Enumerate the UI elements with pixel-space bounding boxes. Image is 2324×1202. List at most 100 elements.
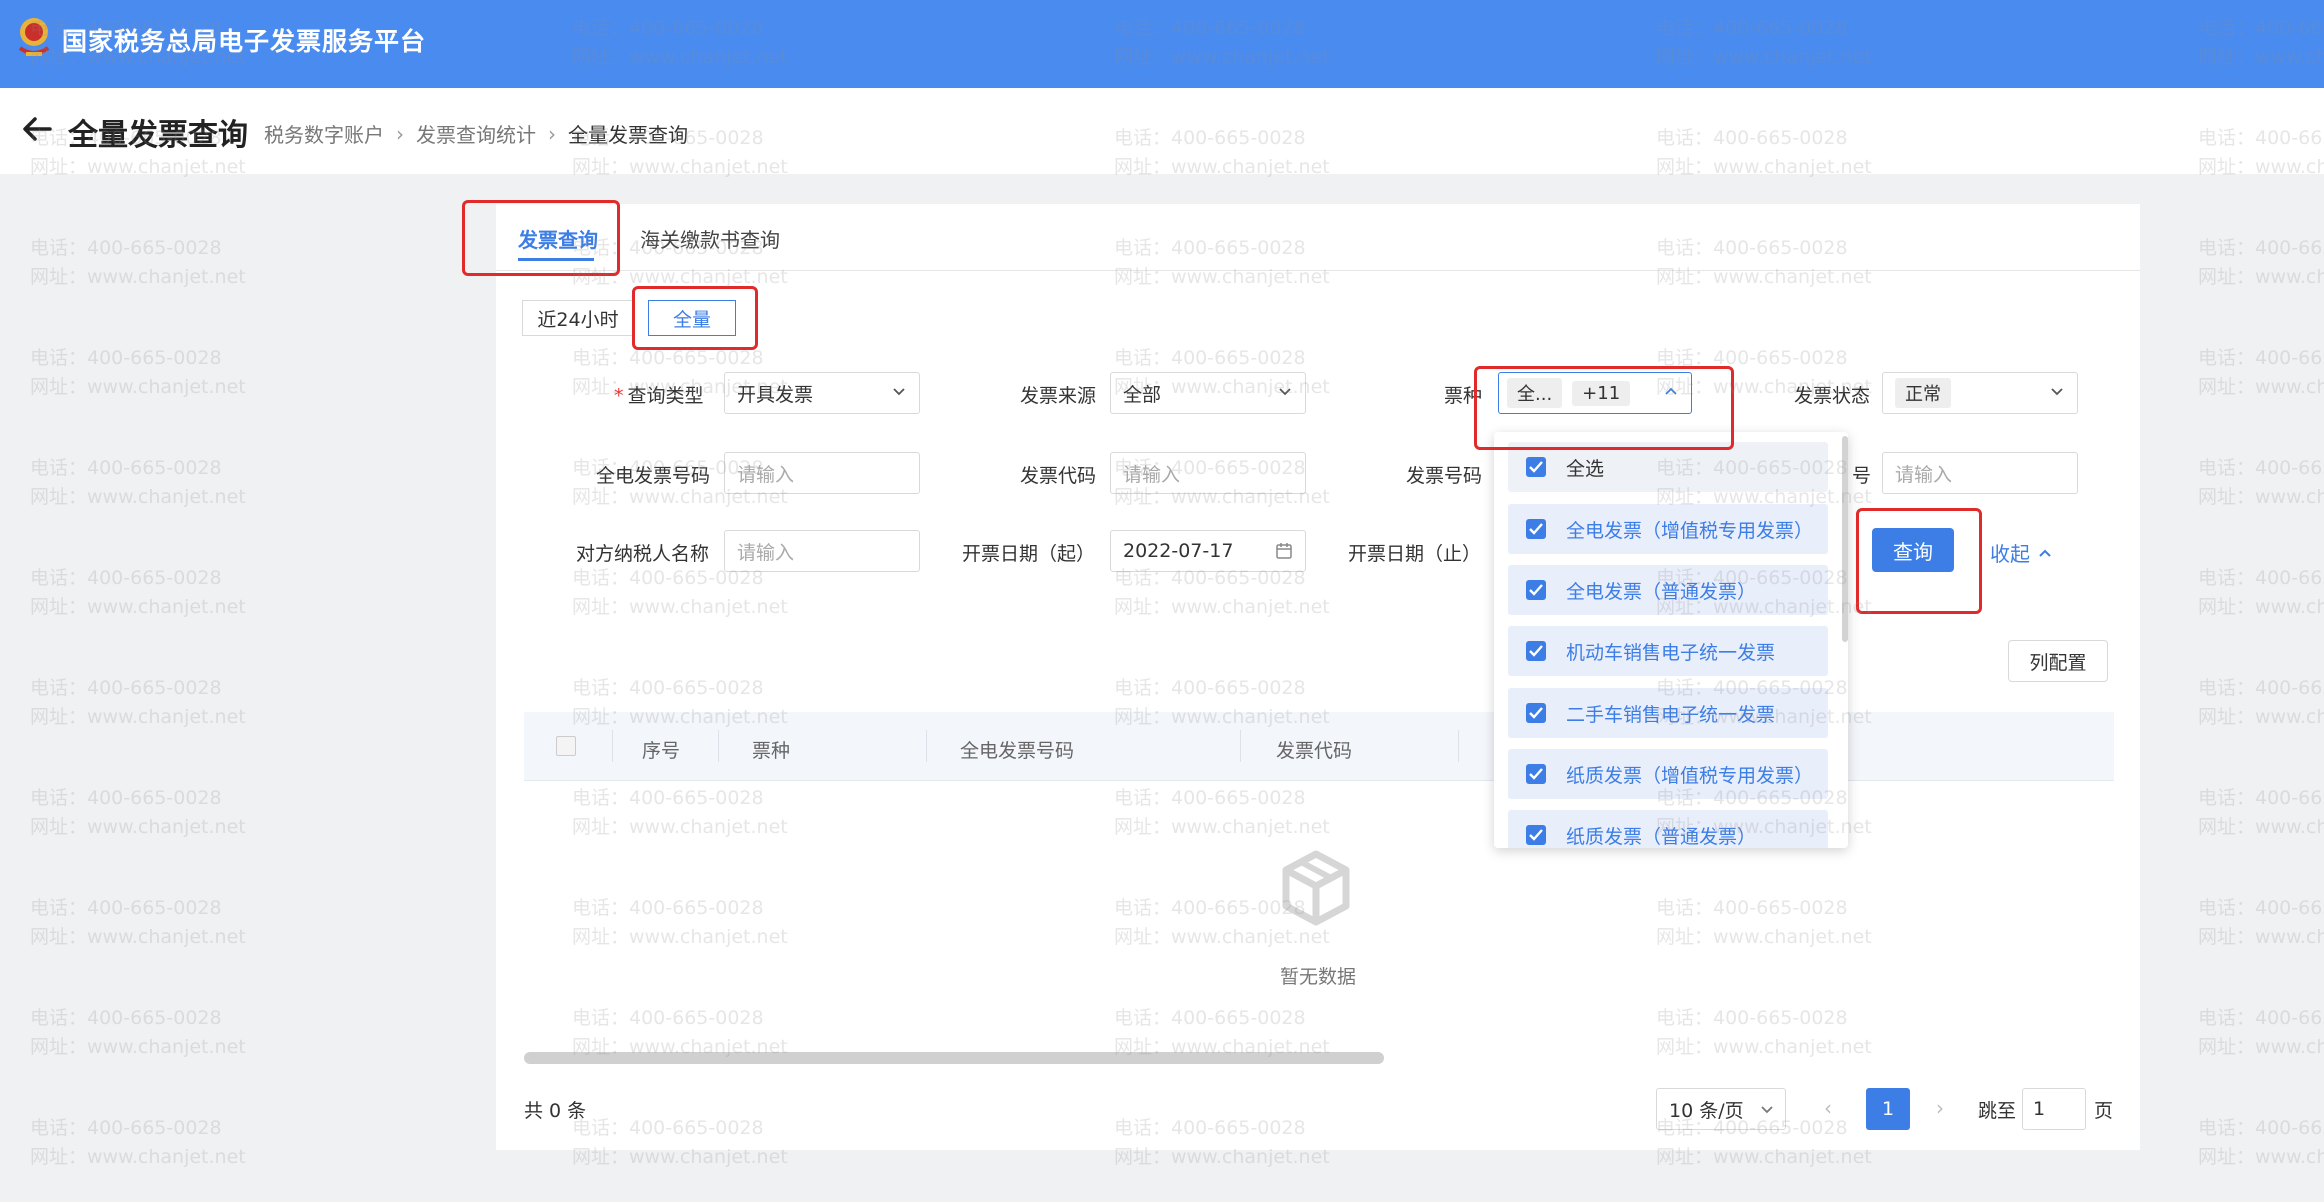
horizontal-scrollbar[interactable] [524, 1052, 1384, 1064]
page-title: 全量发票查询 [68, 118, 248, 153]
watermark-site: 网址：www.chanjet.net [2198, 486, 2324, 508]
watermark-text: 电话：400-665-0028 网址：www.chanjet.net [30, 234, 246, 292]
option-list-item[interactable]: 二手车销售电子统一发票 [1508, 688, 1828, 738]
total-count: 共 0 条 [524, 1100, 587, 1122]
breadcrumb-item-current: 全量发票查询 [568, 123, 688, 147]
watermark-site: 网址：www.chanjet.net [30, 816, 246, 838]
watermark-phone: 电话：400-665-0028 [30, 1117, 222, 1139]
table-header: 序号 票种 全电发票号码 发票代码 [524, 712, 2114, 781]
watermark-phone: 电话：400-665-0028 [2198, 567, 2324, 589]
option-list-item[interactable]: 机动车销售电子统一发票 [1508, 626, 1828, 676]
invoice-status-select[interactable]: 正常 [1882, 372, 2078, 414]
chevron-down-icon [1279, 388, 1291, 396]
watermark-text: 电话：400-665-0028 网址：www.chanjet.net [30, 344, 246, 402]
breadcrumb-item-invoice-stats[interactable]: 发票查询统计 [416, 119, 536, 148]
date-start-label: 开票日期（起） [962, 543, 1096, 565]
watermark-text: 电话：400-665-0028 网址：www.chanjet.net [30, 454, 246, 512]
watermark-text: 电话：400-665-0028 网址：www.chanjet.net [2198, 344, 2324, 402]
chevron-right-icon: › [396, 121, 404, 146]
watermark-text: 电话：400-665-0028 网址：www.chanjet.net [30, 564, 246, 622]
chevron-down-icon [893, 388, 905, 396]
column-full-invoice-no: 全电发票号码 [960, 740, 1075, 762]
chevron-down-icon [2051, 388, 2063, 396]
watermark-text: 电话：400-665-0028 网址：www.chanjet.net [30, 894, 246, 952]
checkbox-checked-icon [1526, 703, 1546, 723]
watermark-text: 电话：400-665-0028 网址：www.chanjet.net [2198, 1004, 2324, 1062]
option-list-item[interactable]: 全电发票（增值税专用发票） [1508, 504, 1828, 554]
watermark-text: 电话：400-665-0028 网址：www.chanjet.net [30, 1114, 246, 1172]
highlight-box [632, 286, 758, 350]
watermark-site: 网址：www.chanjet.net [2198, 706, 2324, 728]
full-invoice-no-input[interactable]: 请输入 [724, 452, 920, 494]
watermark-text: 电话：400-665-0028 网址：www.chanjet.net [2198, 454, 2324, 512]
column-divider [926, 730, 927, 762]
checkbox-checked-icon [1526, 641, 1546, 661]
checkbox-checked-icon [1526, 519, 1546, 539]
watermark-phone: 电话：400-665-0028 [2198, 1007, 2324, 1029]
watermark-text: 电话：400-665-0028 网址：www.chanjet.net [30, 784, 246, 842]
watermark-text: 电话：400-665-0028 网址：www.chanjet.net [30, 674, 246, 732]
column-serial: 序号 [642, 740, 681, 762]
watermark-phone: 电话：400-665-0028 [30, 897, 222, 919]
breadcrumb: 税务数字账户 › 发票查询统计 › 全量发票查询 [264, 119, 688, 148]
tab-customs-payment-query[interactable]: 海关缴款书查询 [640, 224, 780, 253]
watermark-site: 网址：www.chanjet.net [30, 376, 246, 398]
top-bar: 国家税务总局电子发票服务平台 [0, 0, 2324, 88]
invoice-code-input[interactable]: 请输入 [1110, 452, 1306, 494]
watermark-phone: 电话：400-665-0028 [2198, 897, 2324, 919]
page-size-select[interactable]: 10 条/页 [1656, 1088, 1786, 1130]
back-arrow-icon[interactable] [20, 112, 54, 146]
invoice-source-label: 发票来源 [1020, 385, 1097, 407]
query-type-select[interactable]: 开具发票 [724, 372, 920, 414]
chevron-up-icon [2039, 549, 2051, 557]
invoice-source-select[interactable]: 全部 [1110, 372, 1306, 414]
watermark-site: 网址：www.chanjet.net [30, 1146, 246, 1168]
option-list-item[interactable]: 纸质发票（普通发票） [1508, 810, 1828, 848]
date-end-label: 开票日期（止） [1348, 543, 1482, 565]
dropdown-scrollbar[interactable] [1842, 436, 1848, 642]
column-invoice-kind: 票种 [752, 740, 791, 762]
breadcrumb-item-tax-account[interactable]: 税务数字账户 [264, 119, 384, 148]
option-list-item[interactable]: 纸质发票（增值税专用发票） [1508, 749, 1828, 799]
watermark-phone: 电话：400-665-0028 [2198, 237, 2324, 259]
highlight-box [1474, 366, 1734, 450]
option-list-item[interactable]: 全电发票（普通发票） [1508, 565, 1828, 615]
watermark-site: 网址：www.chanjet.net [2198, 926, 2324, 948]
range-last-24h-button[interactable]: 近24小时 [522, 300, 634, 336]
full-invoice-no-label: 全电发票号码 [596, 465, 711, 487]
watermark-phone: 电话：400-665-0028 [2198, 347, 2324, 369]
watermark-phone: 电话：400-665-0028 [30, 347, 222, 369]
watermark-phone: 电话：400-665-0028 [2198, 787, 2324, 809]
invoice-no-label: 发票号码 [1406, 465, 1483, 487]
watermark-site: 网址：www.chanjet.net [30, 926, 246, 948]
watermark-site: 网址：www.chanjet.net [30, 706, 246, 728]
jump-page-input[interactable]: 1 [2022, 1088, 2086, 1130]
checkbox-checked-icon [1526, 457, 1546, 477]
chevron-down-icon [1761, 1106, 1773, 1114]
empty-box-icon [1282, 850, 1350, 926]
watermark-phone: 电话：400-665-0028 [30, 787, 222, 809]
select-all-checkbox[interactable] [556, 736, 576, 756]
watermark-phone: 电话：400-665-0028 [30, 567, 222, 589]
partial-field-input[interactable]: 请输入 [1882, 452, 2078, 494]
watermark-phone: 电话：400-665-0028 [30, 457, 222, 479]
watermark-text: 电话：400-665-0028 网址：www.chanjet.net [2198, 1114, 2324, 1172]
chevron-right-icon: › [548, 121, 556, 146]
watermark-phone: 电话：400-665-0028 [2198, 457, 2324, 479]
date-start-picker[interactable]: 2022-07-17 [1110, 530, 1306, 572]
watermark-site: 网址：www.chanjet.net [2198, 596, 2324, 618]
watermark-text: 电话：400-665-0028 网址：www.chanjet.net [2198, 784, 2324, 842]
collapse-toggle[interactable]: 收起 [1990, 538, 2052, 567]
highlight-box [462, 200, 620, 276]
watermark-site: 网址：www.chanjet.net [30, 486, 246, 508]
prev-page-button[interactable]: ‹ [1824, 1096, 1832, 1120]
page-1-button[interactable]: 1 [1866, 1088, 1910, 1130]
counterparty-input[interactable]: 请输入 [724, 530, 920, 572]
next-page-button[interactable]: › [1936, 1096, 1944, 1120]
counterparty-label: 对方纳税人名称 [576, 543, 710, 565]
column-config-button[interactable]: 列配置 [2008, 640, 2108, 682]
watermark-text: 电话：400-665-0028 网址：www.chanjet.net [2198, 894, 2324, 952]
watermark-phone: 电话：400-665-0028 [30, 1007, 222, 1029]
watermark-phone: 电话：400-665-0028 [30, 237, 222, 259]
column-divider [1240, 730, 1241, 762]
